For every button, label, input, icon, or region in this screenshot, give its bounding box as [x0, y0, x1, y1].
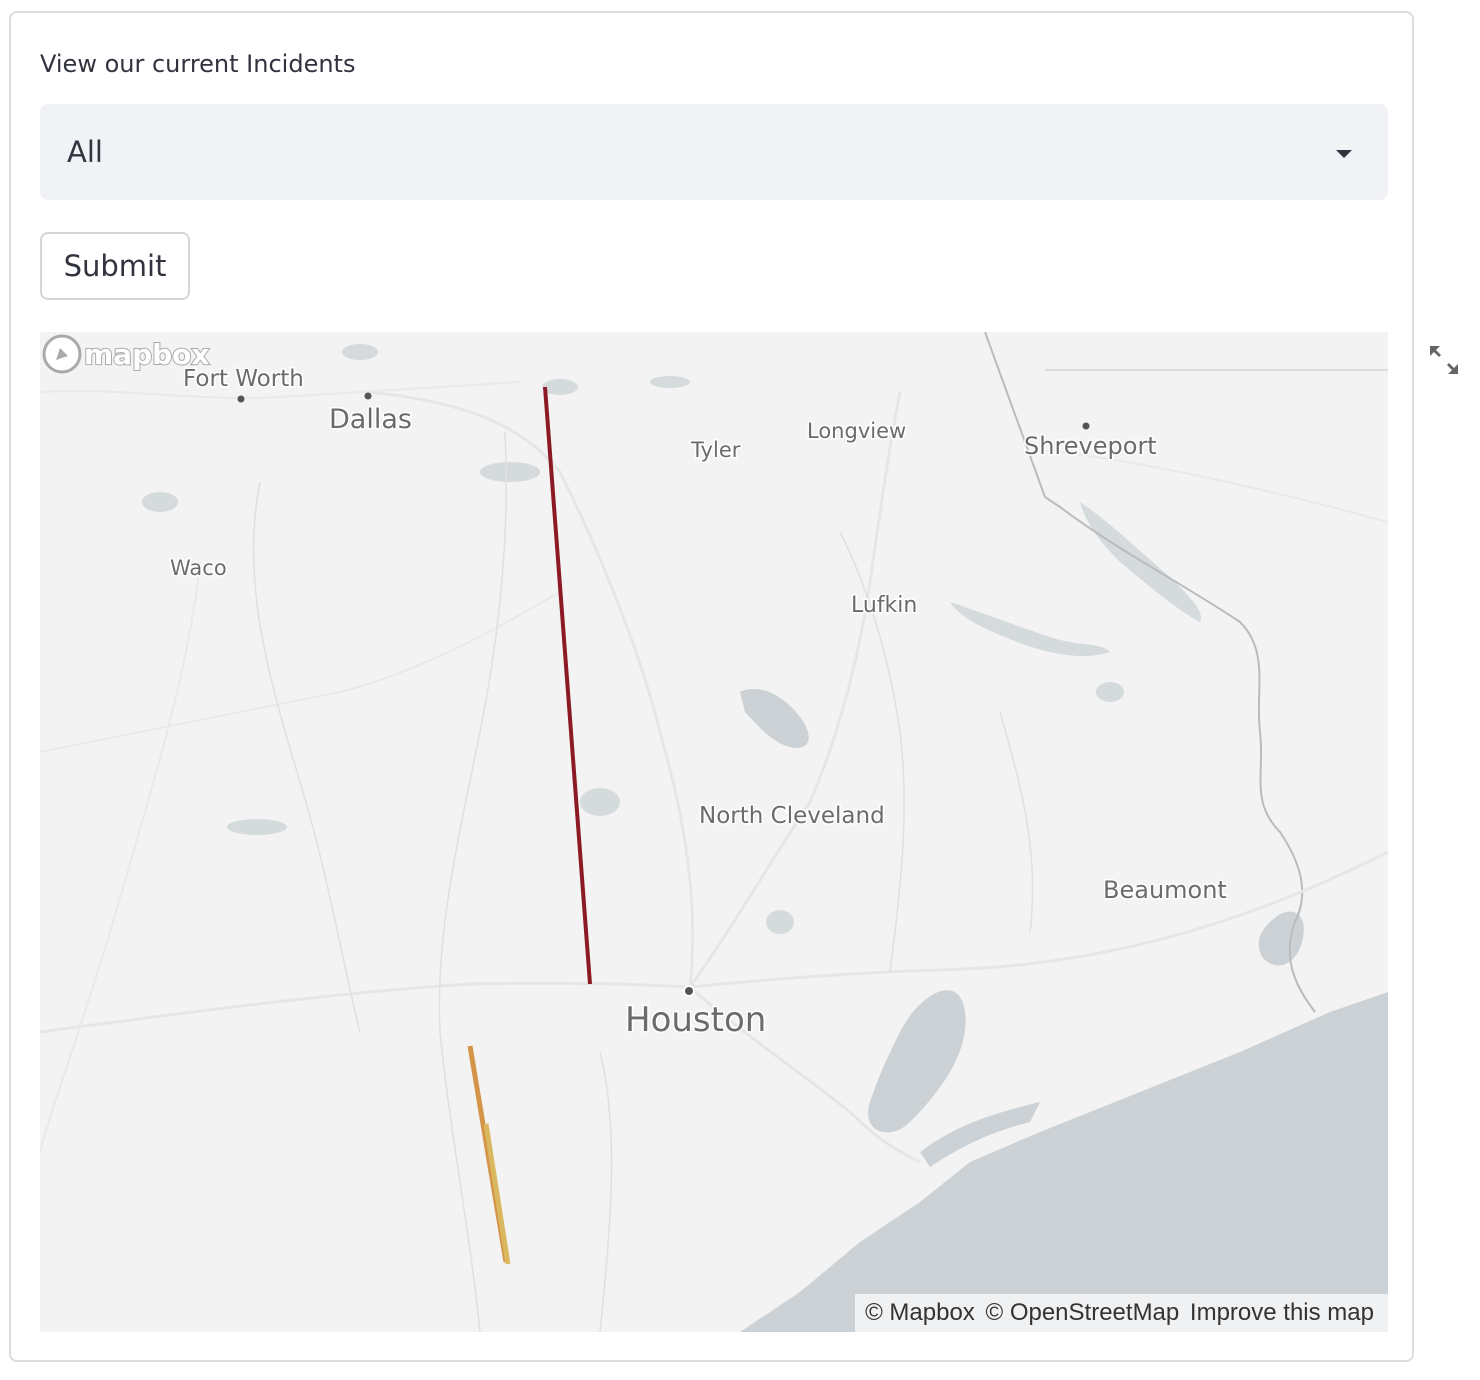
incident-map[interactable]: Fort Worth Dallas Tyler Longview Shrevep… — [40, 332, 1388, 1332]
lake-water — [342, 344, 378, 360]
lake-water — [580, 788, 620, 816]
expand-icon[interactable] — [1427, 343, 1461, 377]
city-label-waco: Waco — [170, 556, 227, 580]
city-label-north-cleveland: North Cleveland — [699, 803, 885, 829]
city-label-dallas: Dallas — [329, 404, 412, 435]
lake-water — [227, 819, 287, 835]
mapbox-logo-text: mapbox — [84, 338, 209, 371]
attribution-osm-link[interactable]: © OpenStreetMap — [985, 1299, 1179, 1326]
city-label-lufkin: Lufkin — [851, 593, 917, 618]
submit-button[interactable]: Submit — [40, 232, 190, 300]
city-dot — [1082, 422, 1090, 430]
city-dot — [683, 985, 695, 997]
city-label-beaumont: Beaumont — [1103, 876, 1227, 904]
city-dot — [237, 395, 245, 403]
mapbox-logo[interactable]: mapbox — [40, 332, 220, 376]
incident-select[interactable]: All — [40, 104, 1388, 200]
chevron-down-icon — [1336, 150, 1352, 158]
select-value: All — [67, 135, 103, 169]
map-canvas: Fort Worth Dallas Tyler Longview Shrevep… — [40, 332, 1388, 1332]
city-dot — [364, 392, 372, 400]
incidents-label: View our current Incidents — [40, 50, 356, 78]
city-label-houston: Houston — [625, 1000, 766, 1040]
lake-water — [766, 910, 794, 934]
city-label-tyler: Tyler — [690, 438, 741, 462]
attribution-improve-link[interactable]: Improve this map — [1190, 1299, 1374, 1326]
lake-water — [142, 492, 178, 512]
lake-water — [480, 462, 540, 482]
map-attribution: © Mapbox © OpenStreetMap Improve this ma… — [855, 1294, 1388, 1332]
lake-water — [650, 376, 690, 388]
attribution-mapbox-link[interactable]: © Mapbox — [865, 1299, 975, 1326]
city-label-shreveport: Shreveport — [1024, 432, 1157, 460]
lake-water — [1096, 682, 1124, 702]
city-label-longview: Longview — [807, 419, 906, 443]
